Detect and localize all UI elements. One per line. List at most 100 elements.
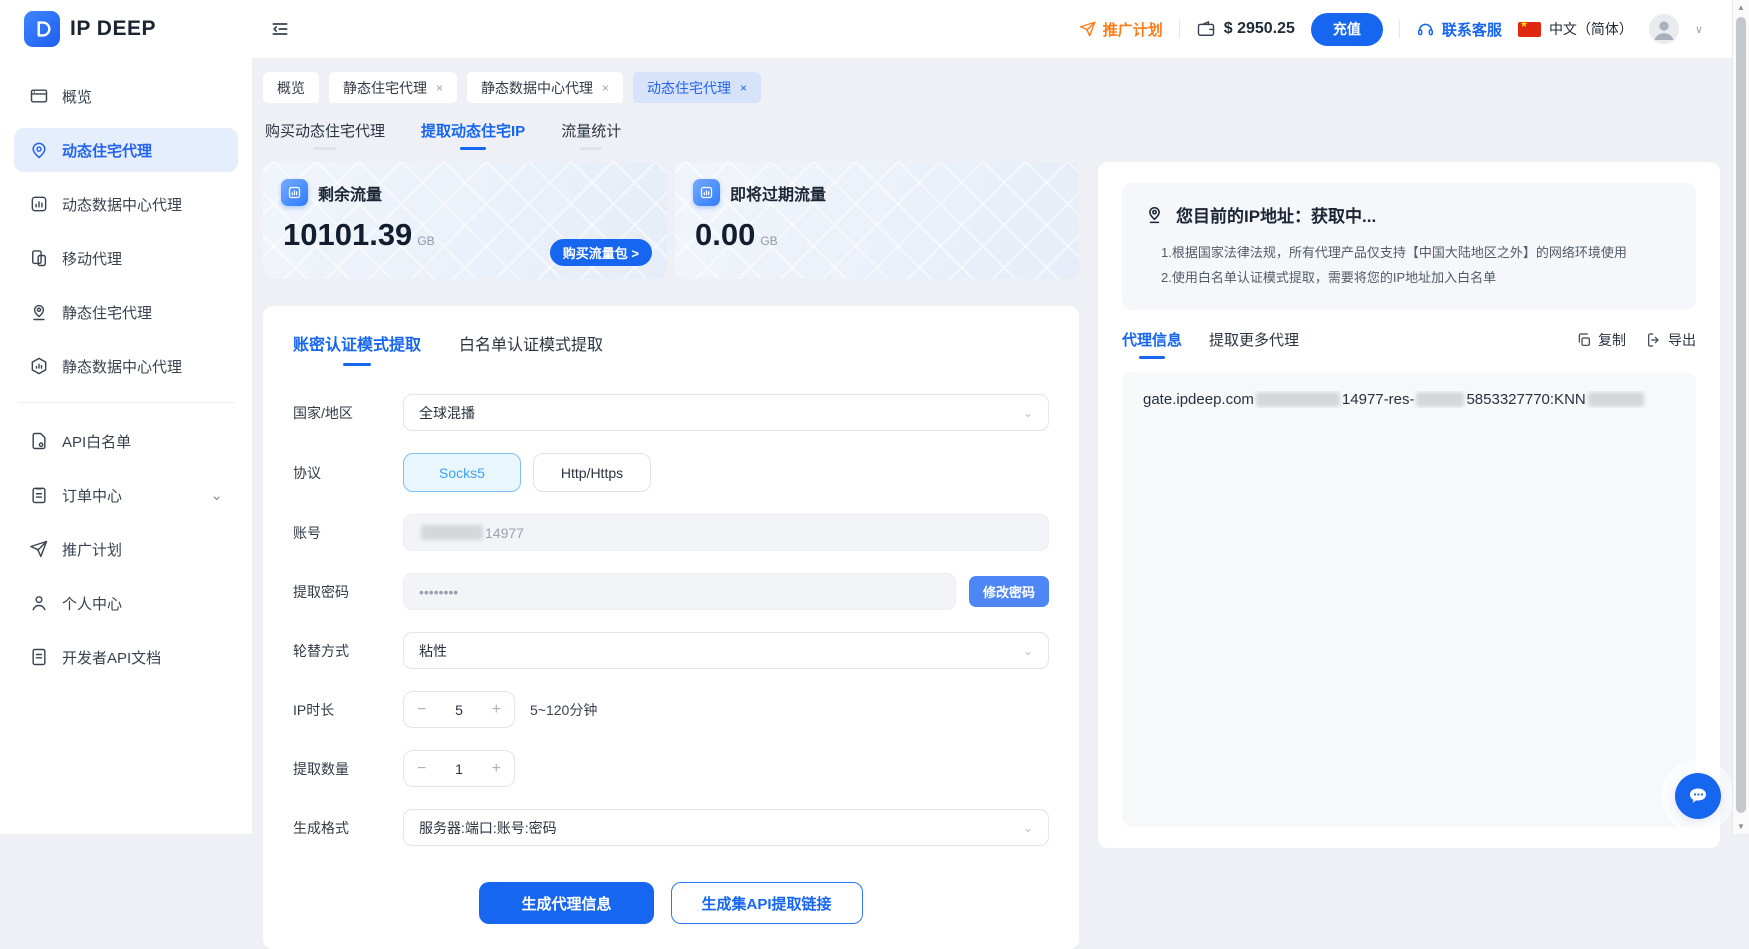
- sidebar-item-promotion-plan[interactable]: 推广计划: [14, 527, 238, 571]
- sidebar-item-order-center[interactable]: 订单中心 ⌄: [14, 473, 238, 517]
- chevron-down-icon: ⌄: [1023, 644, 1033, 658]
- buy-traffic-button[interactable]: 购买流量包 >: [550, 239, 652, 266]
- quantity-stepper[interactable]: − 1 +: [403, 750, 515, 787]
- subtab-traffic-stats[interactable]: 流量统计: [561, 120, 621, 150]
- sidebar-item-dynamic-residential[interactable]: 动态住宅代理: [14, 128, 238, 172]
- sidebar-item-label: 推广计划: [62, 539, 122, 560]
- subtab-buy-dynamic[interactable]: 购买动态住宅代理: [265, 120, 385, 150]
- account-value: 14977: [485, 525, 524, 541]
- card-unit: GB: [760, 234, 777, 248]
- chat-bubble-icon: [1686, 784, 1710, 808]
- minus-icon[interactable]: −: [417, 701, 426, 719]
- quantity-label: 提取数量: [293, 759, 403, 779]
- scrollbar-down-arrow[interactable]: ▼: [1733, 822, 1749, 831]
- sidebar-item-api-whitelist[interactable]: API白名单: [14, 419, 238, 463]
- scrollbar-up-arrow[interactable]: ▲: [1733, 3, 1749, 12]
- main-area: 概览 静态住宅代理 × 静态数据中心代理 × 动态住宅代理 × 购买动态住宅代理: [252, 58, 1749, 834]
- promotion-label: 推广计划: [1103, 19, 1163, 40]
- sidebar-item-overview[interactable]: 概览: [14, 74, 238, 118]
- redacted-text: [1256, 392, 1340, 407]
- sidebar-item-mobile-proxy[interactable]: 移动代理: [14, 236, 238, 280]
- protocol-http-button[interactable]: Http/Https: [533, 453, 651, 492]
- sidebar-item-personal-center[interactable]: 个人中心: [14, 581, 238, 625]
- plus-icon[interactable]: +: [492, 760, 501, 778]
- paper-plane-icon: [1079, 20, 1097, 38]
- ip-duration-label: IP时长: [293, 700, 403, 720]
- pin-underline-icon: [29, 302, 49, 322]
- sidebar-item-label: 动态住宅代理: [62, 140, 152, 161]
- topbar-right: 推广计划 $ 2950.25 充值 联系客服 中文（简体）: [1079, 13, 1703, 46]
- password-input: ••••••••: [403, 573, 956, 610]
- sidebar-item-static-datacenter[interactable]: 静态数据中心代理: [14, 344, 238, 388]
- card-title: 即将过期流量: [730, 181, 826, 205]
- close-icon[interactable]: ×: [602, 82, 609, 94]
- tab-whitelist-auth-mode[interactable]: 白名单认证模式提取: [459, 331, 603, 366]
- contact-support-link[interactable]: 联系客服: [1416, 19, 1502, 40]
- chat-support-fab[interactable]: [1675, 773, 1721, 819]
- sidebar-item-developer-docs[interactable]: 开发者API文档: [14, 635, 238, 679]
- app-root: IP DEEP 概览 动态住宅代理 动态数据中心代理 移动代理 静态住宅代理: [0, 0, 1749, 834]
- tab-account-auth-mode[interactable]: 账密认证模式提取: [293, 331, 421, 366]
- subtab-extract-ip[interactable]: 提取动态住宅IP: [421, 120, 525, 150]
- sidebar-divider: [18, 402, 234, 403]
- left-column: 剩余流量 10101.39GB 购买流量包 >: [263, 162, 1079, 848]
- change-password-button[interactable]: 修改密码: [969, 576, 1049, 607]
- tab-overview[interactable]: 概览: [263, 72, 319, 103]
- ip-duration-stepper[interactable]: − 5 +: [403, 691, 515, 728]
- sidebar-item-label: 开发者API文档: [62, 647, 161, 668]
- stat-cards: 剩余流量 10101.39GB 购买流量包 >: [263, 162, 1079, 279]
- page-scrollbar[interactable]: ▲ ▼: [1732, 0, 1749, 834]
- tab-static-datacenter[interactable]: 静态数据中心代理 ×: [467, 72, 623, 103]
- rotation-label: 轮替方式: [293, 641, 403, 661]
- overview-icon: [29, 86, 49, 106]
- plus-icon[interactable]: +: [492, 701, 501, 719]
- proxy-segment: 5853327770:KNN: [1466, 391, 1585, 408]
- country-select[interactable]: 全球混播 ⌄: [403, 394, 1049, 431]
- rotation-select[interactable]: 粘性 ⌄: [403, 632, 1049, 669]
- divider: [1399, 20, 1400, 38]
- generate-api-link-button[interactable]: 生成集API提取链接: [671, 882, 863, 924]
- collapse-menu-icon: [270, 19, 290, 39]
- chevron-down-icon: ⌄: [1023, 406, 1033, 420]
- remaining-traffic-card: 剩余流量 10101.39GB 购买流量包 >: [263, 162, 667, 279]
- tab-static-residential[interactable]: 静态住宅代理 ×: [329, 72, 457, 103]
- copy-icon: [1576, 332, 1592, 348]
- card-unit: GB: [417, 234, 434, 248]
- support-label: 联系客服: [1442, 19, 1502, 40]
- language-selector[interactable]: 中文（简体）: [1518, 19, 1633, 39]
- close-icon[interactable]: ×: [740, 82, 747, 94]
- scrollbar-thumb[interactable]: [1736, 17, 1746, 813]
- sidebar-item-static-residential[interactable]: 静态住宅代理: [14, 290, 238, 334]
- copy-button[interactable]: 复制: [1576, 330, 1626, 350]
- document-icon: [29, 647, 49, 667]
- tab-proxy-info[interactable]: 代理信息: [1122, 329, 1182, 359]
- sidebar: IP DEEP 概览 动态住宅代理 动态数据中心代理 移动代理 静态住宅代理: [0, 0, 252, 834]
- close-icon[interactable]: ×: [436, 82, 443, 94]
- clipboard-icon: [29, 485, 49, 505]
- chevron-down-icon[interactable]: ∨: [1695, 23, 1703, 36]
- current-ip-title: 您目前的IP地址：获取中...: [1176, 202, 1376, 227]
- minus-icon[interactable]: −: [417, 760, 426, 778]
- divider: [1179, 20, 1180, 38]
- sidebar-collapse-button[interactable]: [270, 19, 290, 39]
- export-button[interactable]: 导出: [1646, 330, 1696, 350]
- avatar[interactable]: [1649, 14, 1679, 44]
- balance-amount: $ 2950.25: [1224, 20, 1295, 38]
- proxy-result-panel: 您目前的IP地址：获取中... 1.根据国家法律法规，所有代理产品仅支持【中国大…: [1098, 162, 1720, 848]
- sidebar-item-label: 个人中心: [62, 593, 122, 614]
- generate-proxy-button[interactable]: 生成代理信息: [479, 882, 653, 924]
- recharge-button[interactable]: 充值: [1311, 13, 1383, 46]
- protocol-socks5-button[interactable]: Socks5: [403, 453, 521, 492]
- promotion-link[interactable]: 推广计划: [1079, 19, 1163, 40]
- proxy-segment: 14977-res-: [1342, 391, 1415, 408]
- quantity-value: 1: [455, 761, 463, 777]
- format-select[interactable]: 服务器:端口:账号:密码 ⌄: [403, 809, 1049, 846]
- chevron-down-icon: ⌄: [1023, 821, 1033, 835]
- tab-extract-more[interactable]: 提取更多代理: [1209, 329, 1299, 359]
- ip-duration-hint: 5~120分钟: [530, 700, 597, 720]
- usage-notes: 1.根据国家法律法规，所有代理产品仅支持【中国大陆地区之外】的网络环境使用 2.…: [1144, 240, 1674, 291]
- redacted-text: [1416, 392, 1464, 407]
- logo[interactable]: IP DEEP: [0, 0, 252, 58]
- sidebar-item-dynamic-datacenter[interactable]: 动态数据中心代理: [14, 182, 238, 226]
- tab-dynamic-residential[interactable]: 动态住宅代理 ×: [633, 72, 761, 103]
